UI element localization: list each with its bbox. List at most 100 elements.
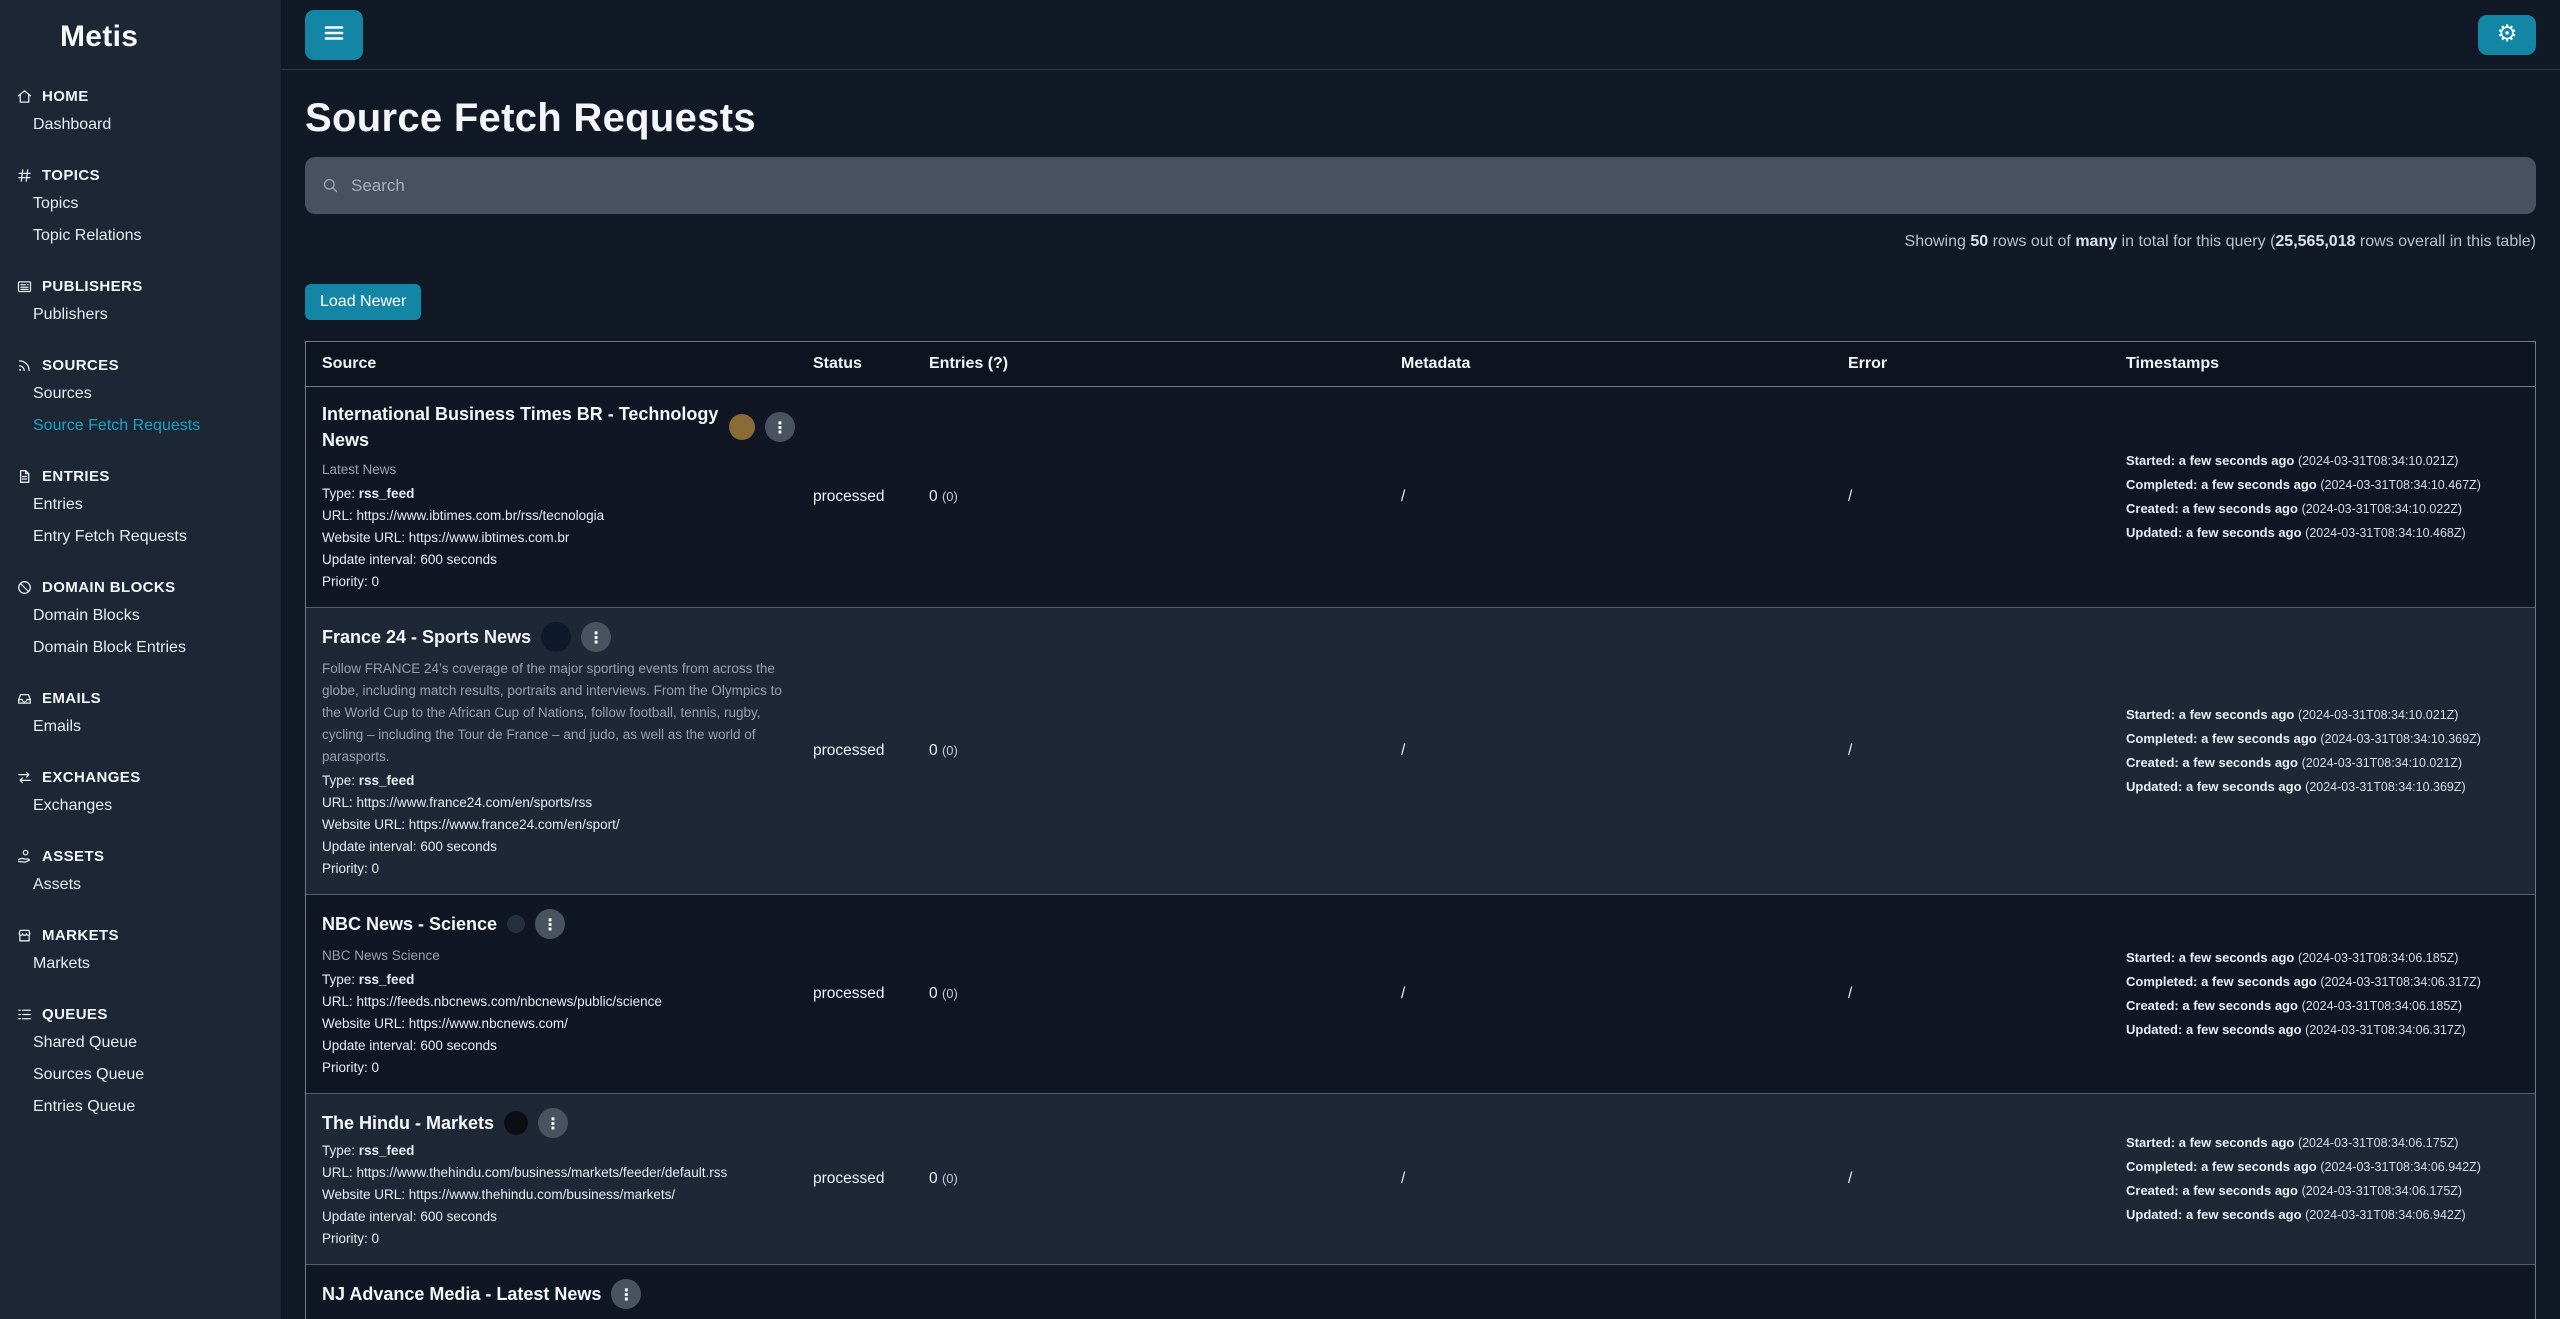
row-menu-button[interactable]: ⋮ xyxy=(611,1279,642,1309)
row-menu-button[interactable]: ⋮ xyxy=(538,1108,569,1138)
status-cell: processed xyxy=(813,985,885,1002)
sidebar-item-markets[interactable]: Markets xyxy=(0,948,281,980)
load-newer-button[interactable]: Load Newer xyxy=(305,284,422,320)
main-area: ⚙ Source Fetch Requests Showing 50 rows … xyxy=(281,0,2560,1319)
timestamp-created: Created: a few seconds ago (2024-03-31T0… xyxy=(2126,1183,2463,1198)
sidebar-section-publishers: PUBLISHERS Publishers xyxy=(0,278,281,331)
sidebar-section-sources: SOURCES Sources Source Fetch Requests xyxy=(0,357,281,442)
sidebar-section-header: ENTRIES xyxy=(0,468,281,485)
source-update-interval: Update interval: 600 seconds xyxy=(322,839,497,854)
source-url: URL: https://www.thehindu.com/business/m… xyxy=(322,1165,728,1180)
settings-button[interactable]: ⚙ xyxy=(2478,14,2536,55)
menu-button[interactable] xyxy=(305,9,363,60)
sidebar-section-emails: EMAILS Emails xyxy=(0,690,281,743)
home-icon xyxy=(16,88,33,105)
sidebar-item-topics[interactable]: Topics xyxy=(0,188,281,220)
metadata-cell: / xyxy=(1401,985,1406,1002)
sidebar-item-sources[interactable]: Sources xyxy=(0,378,281,410)
source-priority: Priority: 0 xyxy=(322,861,380,876)
source-title: International Business Times BR - Techno… xyxy=(322,404,719,450)
sidebar-section-label: ENTRIES xyxy=(42,468,110,485)
summary-text: in total for this query ( xyxy=(2117,233,2276,250)
sidebar-item-domain-blocks[interactable]: Domain Blocks xyxy=(0,600,281,632)
source-type: Type: rss_feed xyxy=(322,773,415,788)
sidebar-item-sources-queue[interactable]: Sources Queue xyxy=(0,1059,281,1091)
source-type: Type: rss_feed xyxy=(322,1143,415,1158)
sidebar-section-header: EMAILS xyxy=(0,690,281,707)
status-cell: processed xyxy=(813,742,885,759)
source-description: Latest News xyxy=(322,462,397,477)
row-menu-button[interactable]: ⋮ xyxy=(581,622,612,652)
sidebar-item-publishers[interactable]: Publishers xyxy=(0,299,281,331)
sidebar-item-shared-queue[interactable]: Shared Queue xyxy=(0,1027,281,1059)
sidebar-item-entries-queue[interactable]: Entries Queue xyxy=(0,1091,281,1123)
source-title: NJ Advance Media - Latest News xyxy=(322,1284,602,1304)
source-title: France 24 - Sports News xyxy=(322,627,532,647)
row-menu-button[interactable]: ⋮ xyxy=(535,909,566,939)
dots-vertical-icon: ⋮ xyxy=(588,627,605,647)
sidebar-section-header: PUBLISHERS xyxy=(0,278,281,295)
sidebar-item-dashboard[interactable]: Dashboard xyxy=(0,109,281,141)
timestamp-updated: Updated: a few seconds ago (2024-03-31T0… xyxy=(2126,1022,2466,1037)
source-cell: International Business Times BR - Techno… xyxy=(306,387,813,607)
sidebar-section-queues: QUEUES Shared Queue Sources Queue Entries Q… xyxy=(0,1006,281,1123)
sidebar-nav: HOME Dashboard TOPICS Topics Topic Relations… xyxy=(0,88,281,1123)
source-priority: Priority: 0 xyxy=(322,574,380,589)
sidebar-section-header: HOME xyxy=(0,88,281,105)
source-url: URL: https://www.france24.com/en/sports/… xyxy=(322,795,593,810)
error-cell: / xyxy=(1848,985,1853,1002)
sidebar-item-emails[interactable]: Emails xyxy=(0,711,281,743)
row-summary: Showing 50 rows out of many in total for… xyxy=(305,233,2536,251)
sidebar-section-header: ASSETS xyxy=(0,848,281,865)
metadata-cell: / xyxy=(1401,1170,1406,1187)
sidebar-item-assets[interactable]: Assets xyxy=(0,869,281,901)
timestamps-cell: Started: a few seconds ago (2024-03-31T0… xyxy=(2126,1131,2535,1227)
timestamps-cell: Started: a few seconds ago (2024-03-31T0… xyxy=(2126,703,2535,799)
summary-value: 50 xyxy=(1970,233,1989,250)
sidebar-item-entry-fetch-requests[interactable]: Entry Fetch Requests xyxy=(0,521,281,553)
sidebar-section-label: ASSETS xyxy=(42,848,105,865)
topbar: ⚙ xyxy=(281,0,2560,70)
source-favicon xyxy=(507,915,526,933)
error-cell: / xyxy=(1848,742,1853,759)
timestamp-created: Created: a few seconds ago (2024-03-31T0… xyxy=(2126,755,2463,770)
dots-vertical-icon: ⋮ xyxy=(545,1113,562,1133)
gear-icon: ⚙ xyxy=(2496,21,2518,47)
source-cell: NJ Advance Media - Latest News ⋮ nj.com Ne… xyxy=(306,1265,813,1319)
app-name: Metis xyxy=(60,20,139,53)
sidebar-item-entries[interactable]: Entries xyxy=(0,489,281,521)
sidebar-section-label: EMAILS xyxy=(42,690,102,707)
sidebar-item-topic-relations[interactable]: Topic Relations xyxy=(0,220,281,252)
entries-cell: 0 (0) xyxy=(929,1170,958,1187)
timestamp-started: Started: a few seconds ago (2024-03-31T0… xyxy=(2126,1135,2459,1150)
sidebar-item-exchanges[interactable]: Exchanges xyxy=(0,790,281,822)
source-cell: The Hindu - Markets ⋮ Type: rss_feed URL: h… xyxy=(306,1094,813,1264)
sidebar-section-exchanges: EXCHANGES Exchanges xyxy=(0,769,281,822)
dots-vertical-icon: ⋮ xyxy=(772,417,788,437)
source-cell: France 24 - Sports News ⋮ Follow FRANCE 24… xyxy=(306,608,813,894)
sidebar-item-domain-block-entries[interactable]: Domain Block Entries xyxy=(0,632,281,664)
entries-cell: 0 (0) xyxy=(929,488,958,505)
row-menu-button[interactable]: ⋮ xyxy=(765,412,795,442)
status-cell: processed xyxy=(813,488,885,505)
source-title: NBC News - Science xyxy=(322,914,498,934)
sidebar-section-label: DOMAIN BLOCKS xyxy=(42,579,176,596)
table-body: International Business Times BR - Techno… xyxy=(306,387,2535,1319)
metadata-cell: / xyxy=(1401,488,1406,505)
table-row: NJ Advance Media - Latest News ⋮ nj.com Ne… xyxy=(306,1265,2535,1319)
ban-icon xyxy=(16,579,33,596)
source-update-interval: Update interval: 600 seconds xyxy=(322,1038,497,1053)
sidebar-section-label: TOPICS xyxy=(42,167,100,184)
summary-text: Showing xyxy=(1904,233,1971,250)
column-header-entries: Entries (?) xyxy=(929,355,1009,372)
timestamp-started: Started: a few seconds ago (2024-03-31T0… xyxy=(2126,453,2459,468)
search-input[interactable] xyxy=(351,175,2520,196)
sidebar-section-domain-blocks: DOMAIN BLOCKS Domain Blocks Domain Block E… xyxy=(0,579,281,664)
error-cell: / xyxy=(1848,488,1853,505)
sidebar-item-source-fetch-requests[interactable]: Source Fetch Requests xyxy=(0,410,281,442)
source-update-interval: Update interval: 600 seconds xyxy=(322,1209,497,1224)
source-type: Type: rss_feed xyxy=(322,486,415,501)
timestamp-completed: Completed: a few seconds ago (2024-03-31… xyxy=(2126,731,2481,746)
search-icon xyxy=(321,176,340,195)
sidebar-section-header: SOURCES xyxy=(0,357,281,374)
